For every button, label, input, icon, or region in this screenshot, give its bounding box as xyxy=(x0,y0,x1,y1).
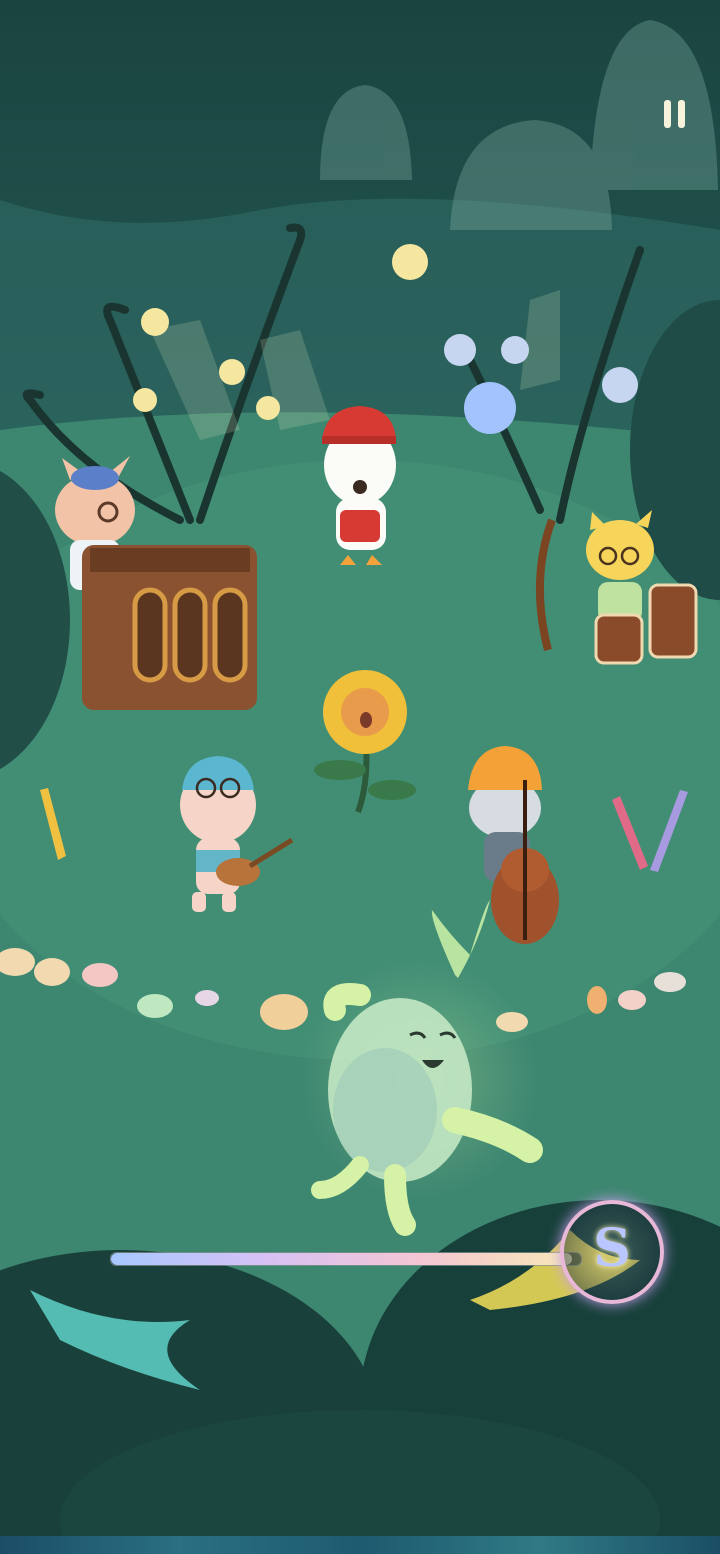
game-scene[interactable]: S xyxy=(0,0,720,1554)
skill-button[interactable]: S xyxy=(560,1200,664,1304)
song-progress-fill xyxy=(111,1253,572,1265)
pause-icon-bar xyxy=(678,100,685,128)
pause-icon xyxy=(664,100,671,128)
bottom-strip xyxy=(0,1536,720,1554)
pause-button[interactable] xyxy=(656,94,696,134)
forest-stage-background xyxy=(0,0,720,1554)
song-progress-bar xyxy=(110,1252,582,1266)
swirl-s-icon: S xyxy=(593,1218,631,1279)
